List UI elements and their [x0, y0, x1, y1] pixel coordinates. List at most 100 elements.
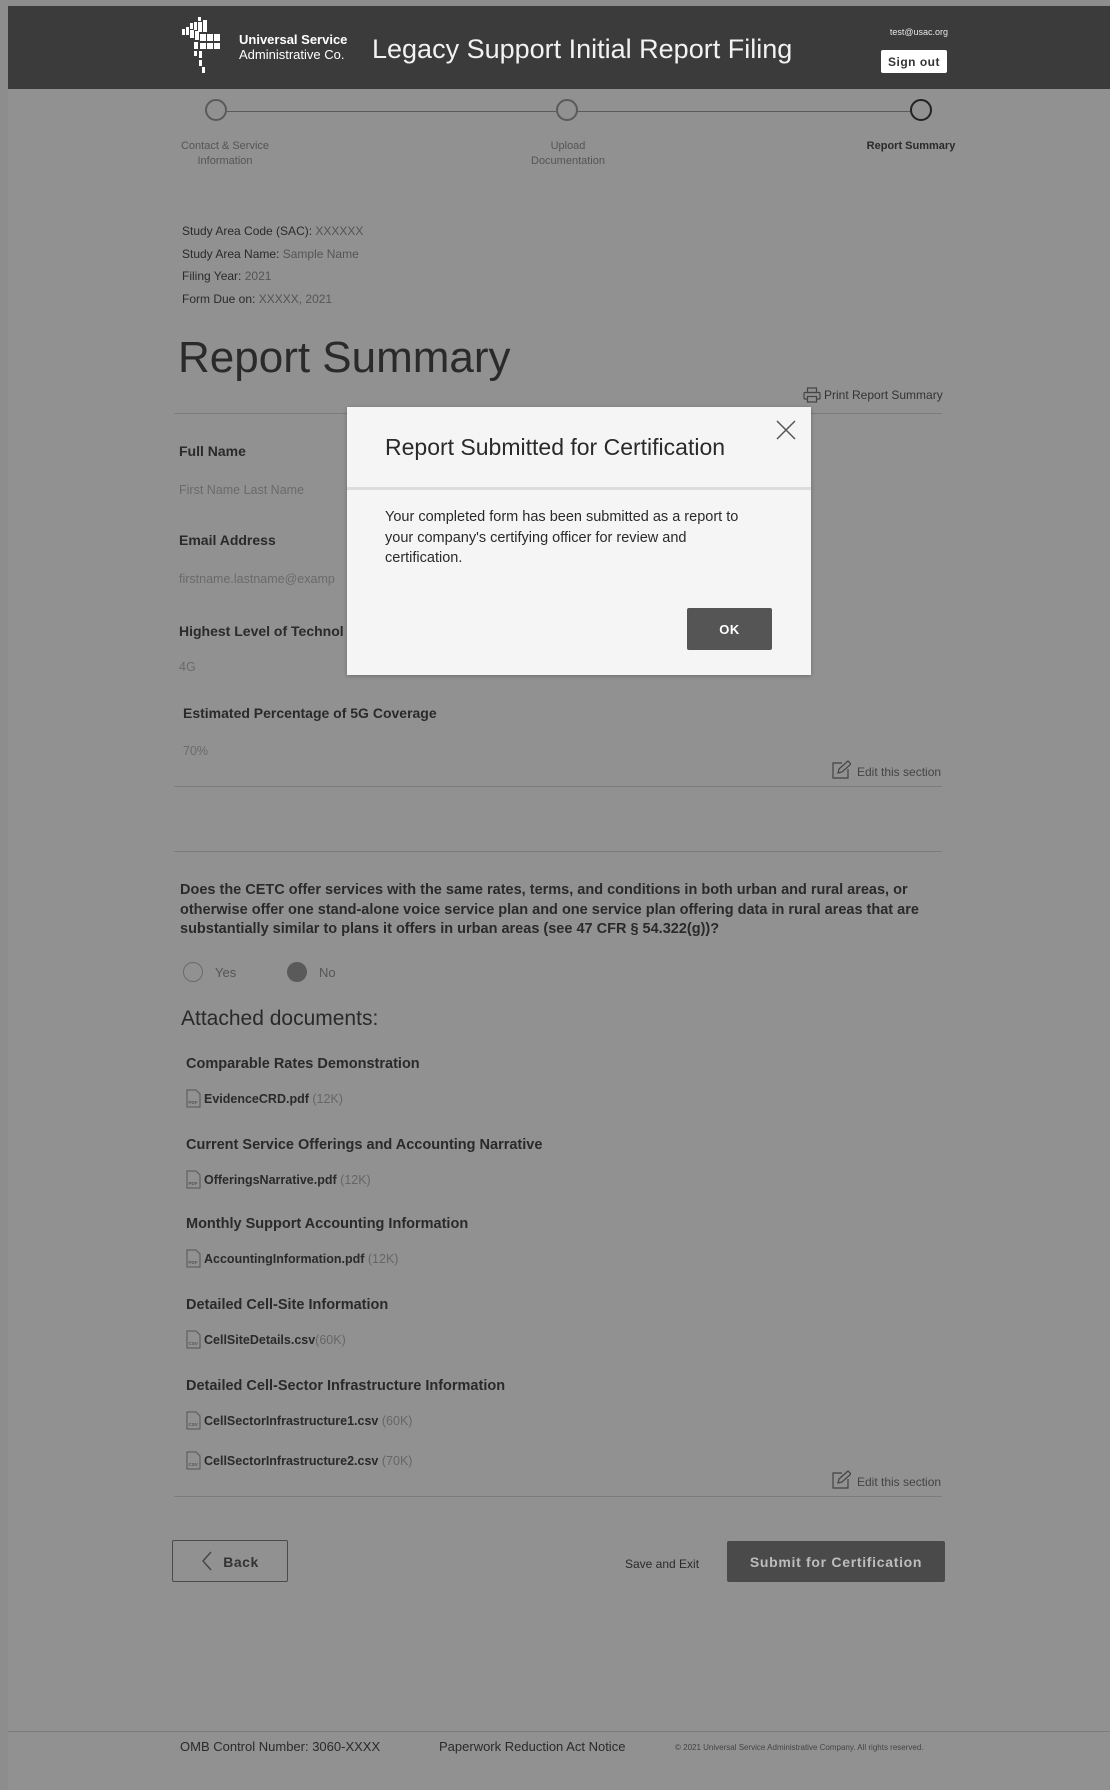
- pdf-file-icon: PDF: [186, 1249, 201, 1268]
- radio-no-label[interactable]: No: [319, 965, 336, 980]
- page-title: Report Summary: [178, 333, 511, 382]
- filing-year-value: 2021: [244, 269, 272, 283]
- copyright: © 2021 Universal Service Administrative …: [675, 1743, 924, 1752]
- user-email: test@usac.org: [889, 27, 948, 37]
- csv-file-icon: CSV: [186, 1451, 201, 1470]
- step-label-line: Information: [197, 155, 253, 167]
- step-circle-summary: [910, 99, 932, 121]
- usac-logo-icon: [182, 17, 220, 73]
- attached-file[interactable]: PDF EvidenceCRD.pdf (12K): [186, 1089, 343, 1108]
- close-icon[interactable]: [774, 418, 798, 442]
- attached-documents-title: Attached documents:: [181, 1007, 379, 1030]
- app-title: Legacy Support Initial Report Filing: [372, 34, 793, 64]
- file-name: CellSectorInfrastructure2.csv: [204, 1454, 379, 1468]
- svg-text:CSV: CSV: [189, 1422, 198, 1427]
- print-report-label: Print Report Summary: [824, 388, 943, 402]
- svg-text:PDF: PDF: [189, 1181, 198, 1186]
- dialog-divider: [347, 487, 811, 490]
- full-name-value: First Name Last Name: [179, 483, 305, 497]
- filing-year-label: Filing Year:: [182, 269, 242, 283]
- step-label-line: Contact & Service: [180, 140, 270, 152]
- attached-file[interactable]: PDF AccountingInformation.pdf (12K): [186, 1249, 398, 1268]
- study-area-row: Study Area Name: Sample Name: [182, 243, 363, 266]
- step-label-summary: Report Summary: [856, 139, 966, 154]
- chevron-left-icon: [202, 1551, 212, 1571]
- divider: [174, 851, 942, 852]
- org-name: Universal Service Administrative Co.: [239, 32, 347, 62]
- stepper-connector: [227, 111, 556, 112]
- sign-out-button[interactable]: Sign out: [881, 50, 947, 73]
- print-report-link[interactable]: Print Report Summary: [803, 387, 943, 403]
- step-label-line: Documentation: [531, 155, 605, 167]
- file-name: AccountingInformation.pdf: [204, 1252, 365, 1266]
- back-button[interactable]: Back: [172, 1540, 288, 1582]
- ok-button[interactable]: OK: [687, 608, 772, 650]
- save-and-exit-link[interactable]: Save and Exit: [625, 1557, 699, 1571]
- file-name: EvidenceCRD.pdf: [204, 1092, 309, 1106]
- attached-file[interactable]: PDF OfferingsNarrative.pdf (12K): [186, 1170, 371, 1189]
- printer-icon: [803, 387, 821, 403]
- study-area-value: Sample Name: [282, 246, 359, 261]
- submitted-dialog: Report Submitted for Certification Your …: [347, 407, 811, 675]
- dialog-message: Your completed form has been submitted a…: [385, 509, 739, 566]
- attached-file[interactable]: CSV CellSectorInfrastructure1.csv (60K): [186, 1411, 412, 1430]
- step-label-upload[interactable]: Upload Documentation: [512, 139, 624, 169]
- step-label-contact[interactable]: Contact & Service Information: [160, 139, 290, 169]
- full-name-label: Full Name: [179, 443, 246, 459]
- radio-yes[interactable]: [183, 962, 203, 982]
- radio-no[interactable]: [287, 962, 307, 982]
- submit-for-certification-button[interactable]: Submit for Certification: [727, 1541, 945, 1582]
- svg-text:PDF: PDF: [189, 1100, 198, 1105]
- attached-file[interactable]: CSV CellSiteDetails.csv(60K): [186, 1330, 346, 1349]
- org-name-line2: Administrative Co.: [239, 47, 345, 62]
- step-label-line: Report Summary: [866, 140, 956, 152]
- coverage-label: Estimated Percentage of 5G Coverage: [183, 705, 437, 721]
- file-size: (12K): [340, 1173, 371, 1187]
- svg-text:CSV: CSV: [189, 1462, 198, 1467]
- org-name-line1: Universal Service: [239, 32, 348, 47]
- due-date-row: Form Due on: XXXXX, 2021: [182, 288, 363, 311]
- technology-label: Highest Level of Technol: [179, 623, 344, 639]
- file-size: (60K): [381, 1414, 413, 1428]
- csv-file-icon: CSV: [186, 1330, 201, 1349]
- file-name: CellSiteDetails.csv: [204, 1333, 316, 1347]
- paperwork-reduction-link[interactable]: Paperwork Reduction Act Notice: [439, 1739, 625, 1754]
- csv-file-icon: CSV: [186, 1411, 201, 1430]
- email-value: firstname.lastname@examp: [179, 572, 335, 586]
- file-size: (12K): [367, 1252, 399, 1266]
- edit-section-label: Edit this section: [857, 1475, 942, 1489]
- divider: [174, 1496, 942, 1497]
- file-size: (12K): [312, 1092, 343, 1106]
- edit-icon: [832, 1470, 852, 1489]
- due-date-label: Form Due on:: [182, 291, 256, 306]
- radio-yes-label[interactable]: Yes: [215, 965, 236, 980]
- file-size: (60K): [315, 1333, 346, 1347]
- stepper-connector: [578, 111, 910, 112]
- divider: [174, 786, 942, 787]
- edit-attachments-section-link[interactable]: Edit this section: [831, 1470, 941, 1490]
- doc-group-heading: Detailed Cell-Site Information: [186, 1297, 389, 1313]
- file-name: CellSectorInfrastructure1.csv: [204, 1414, 379, 1428]
- doc-group-heading: Current Service Offerings and Accounting…: [186, 1137, 543, 1153]
- doc-group-heading: Comparable Rates Demonstration: [186, 1056, 420, 1072]
- svg-text:PDF: PDF: [189, 1260, 198, 1265]
- edit-section-label: Edit this section: [857, 765, 942, 779]
- technology-value: 4G: [179, 660, 196, 674]
- edit-contact-section-link[interactable]: Edit this section: [831, 760, 941, 780]
- step-circle-contact[interactable]: [205, 99, 227, 121]
- pdf-file-icon: PDF: [186, 1089, 201, 1108]
- dialog-title: Report Submitted for Certification: [385, 434, 726, 460]
- svg-text:CSV: CSV: [189, 1341, 198, 1346]
- file-name: OfferingsNarrative.pdf: [204, 1173, 337, 1187]
- back-label: Back: [223, 1554, 259, 1570]
- sac-value: XXXXXX: [315, 224, 364, 238]
- sac-label: Study Area Code (SAC):: [182, 224, 313, 238]
- doc-group-heading: Monthly Support Accounting Information: [186, 1216, 469, 1232]
- edit-icon: [832, 760, 852, 779]
- email-label: Email Address: [179, 532, 276, 548]
- step-circle-upload[interactable]: [556, 99, 578, 121]
- attached-file[interactable]: CSV CellSectorInfrastructure2.csv (70K): [186, 1451, 412, 1470]
- rates-question: Does the CETC offer services with the sa…: [180, 882, 919, 937]
- due-date-value: XXXXX, 2021: [258, 291, 333, 306]
- omb-control-number: OMB Control Number: 3060-XXXX: [180, 1739, 381, 1754]
